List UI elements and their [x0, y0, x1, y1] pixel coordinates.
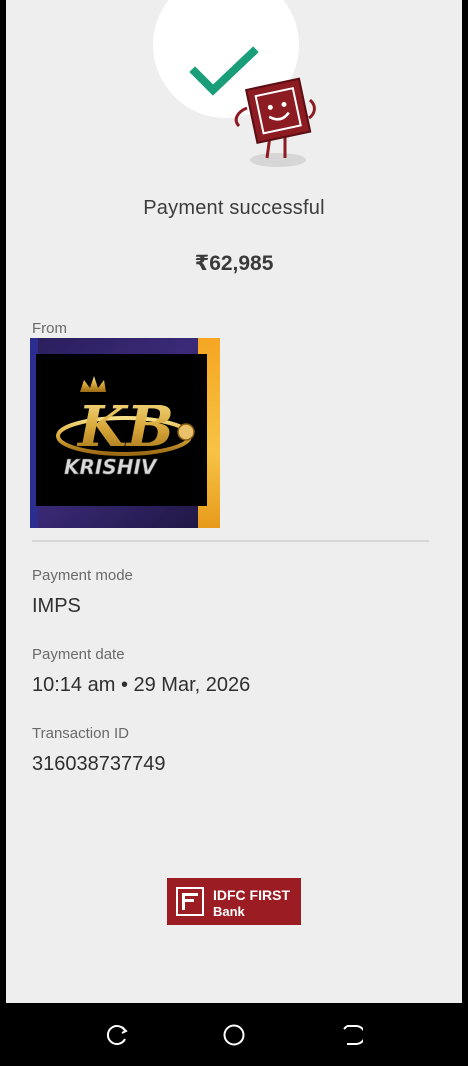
logo-brand-text: KRISHIV	[64, 455, 158, 479]
home-icon[interactable]	[222, 1023, 246, 1047]
check-mark-icon	[189, 46, 259, 96]
krishiv-logo-icon: KB KRISHIV	[56, 376, 195, 479]
payment-date-label: Payment date	[32, 646, 125, 663]
transaction-id-label: Transaction ID	[32, 725, 129, 742]
divider	[32, 540, 429, 542]
payment-amount: ₹62,985	[194, 252, 274, 275]
screen: Payment successful ₹62,985 From KB KRISH…	[0, 0, 468, 1066]
logo-monogram: KB	[76, 394, 174, 460]
success-illustration	[189, 46, 316, 167]
payment-mode-value: IMPS	[32, 595, 81, 617]
bank-name-line1: IDFC FIRST	[213, 887, 290, 903]
sender-logo: KB KRISHIV	[30, 338, 220, 528]
back-icon[interactable]	[339, 1023, 363, 1047]
mascot-shadow	[250, 153, 306, 167]
bank-mark-icon	[176, 887, 204, 916]
crown-icon	[80, 376, 106, 392]
idfc-first-bank-logo: IDFC FIRST Bank	[167, 878, 301, 925]
payment-date-value: 10:14 am • 29 Mar, 2026	[32, 674, 251, 696]
recent-apps-icon[interactable]	[105, 1023, 129, 1047]
system-navigation-bar	[0, 1003, 468, 1066]
transaction-id-value: 316038737749	[32, 753, 166, 775]
payment-status-text: Payment successful	[143, 197, 325, 219]
smiling-card-mascot-icon	[244, 77, 312, 144]
from-label: From	[32, 320, 67, 337]
bank-name-line2: Bank	[213, 904, 245, 919]
payment-mode-label: Payment mode	[32, 567, 133, 584]
ball-icon	[177, 423, 195, 441]
